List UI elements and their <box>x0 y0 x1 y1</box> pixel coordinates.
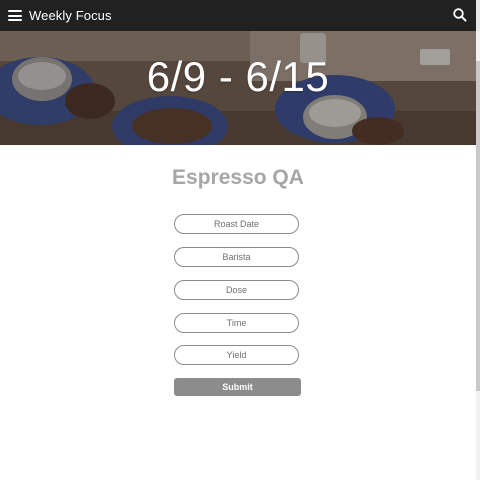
page: Weekly Focus 6/9 - 6/15 Espresso QA Roas… <box>0 0 480 480</box>
hero-date-range: 6/9 - 6/15 <box>146 53 330 100</box>
roast-date-field[interactable] <box>174 214 299 234</box>
time-field[interactable] <box>174 313 299 333</box>
search-icon[interactable] <box>452 7 468 23</box>
app-bar: Weekly Focus <box>0 0 476 31</box>
dose-field[interactable] <box>174 280 299 300</box>
hamburger-menu-icon[interactable] <box>8 10 22 21</box>
submit-button[interactable]: Submit <box>174 378 301 396</box>
scrollbar-thumb[interactable] <box>476 61 480 391</box>
hero-banner: 6/9 - 6/15 <box>0 31 476 145</box>
form-title: Espresso QA <box>172 166 304 189</box>
scrollbar-top-cap <box>476 0 480 31</box>
yield-field[interactable] <box>174 345 299 365</box>
barista-field[interactable] <box>174 247 299 267</box>
scrollbar[interactable] <box>476 31 480 480</box>
app-title: Weekly Focus <box>29 8 112 23</box>
